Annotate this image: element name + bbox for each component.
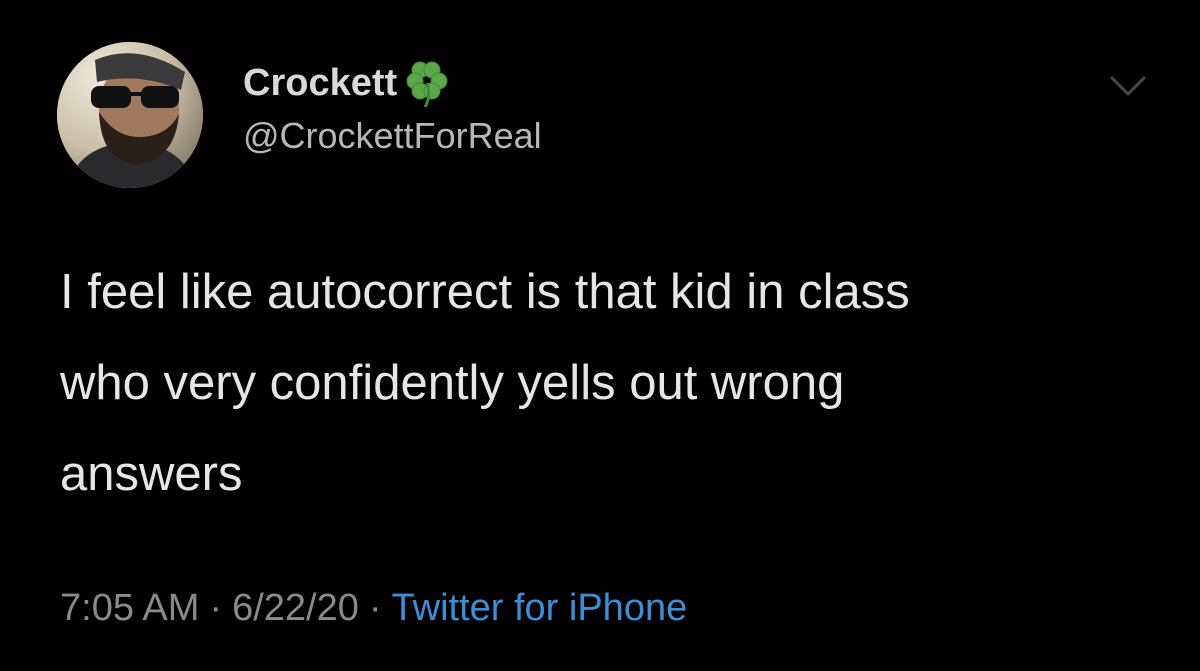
tweet-meta: 7:05 AM · 6/22/20 · Twitter for iPhone [60, 587, 687, 630]
chevron-down-icon[interactable] [1108, 72, 1148, 100]
meta-separator: · [209, 587, 223, 629]
author-name-row[interactable]: Crockett [243, 57, 453, 109]
tweet-card: Crockett @CrockettForReal I feel like au… [0, 0, 1200, 671]
avatar-photo [57, 42, 203, 188]
display-name[interactable]: Crockett [243, 62, 397, 105]
tweet-date[interactable]: 6/22/20 [232, 587, 359, 629]
avatar[interactable] [57, 42, 203, 188]
meta-separator: · [368, 587, 382, 629]
tweet-source-link[interactable]: Twitter for iPhone [392, 587, 688, 629]
tweet-text: I feel like autocorrect is that kid in c… [60, 265, 910, 501]
tweet-time[interactable]: 7:05 AM [60, 587, 199, 629]
four-leaf-clover-icon [401, 57, 453, 109]
user-handle[interactable]: @CrockettForReal [243, 115, 542, 157]
